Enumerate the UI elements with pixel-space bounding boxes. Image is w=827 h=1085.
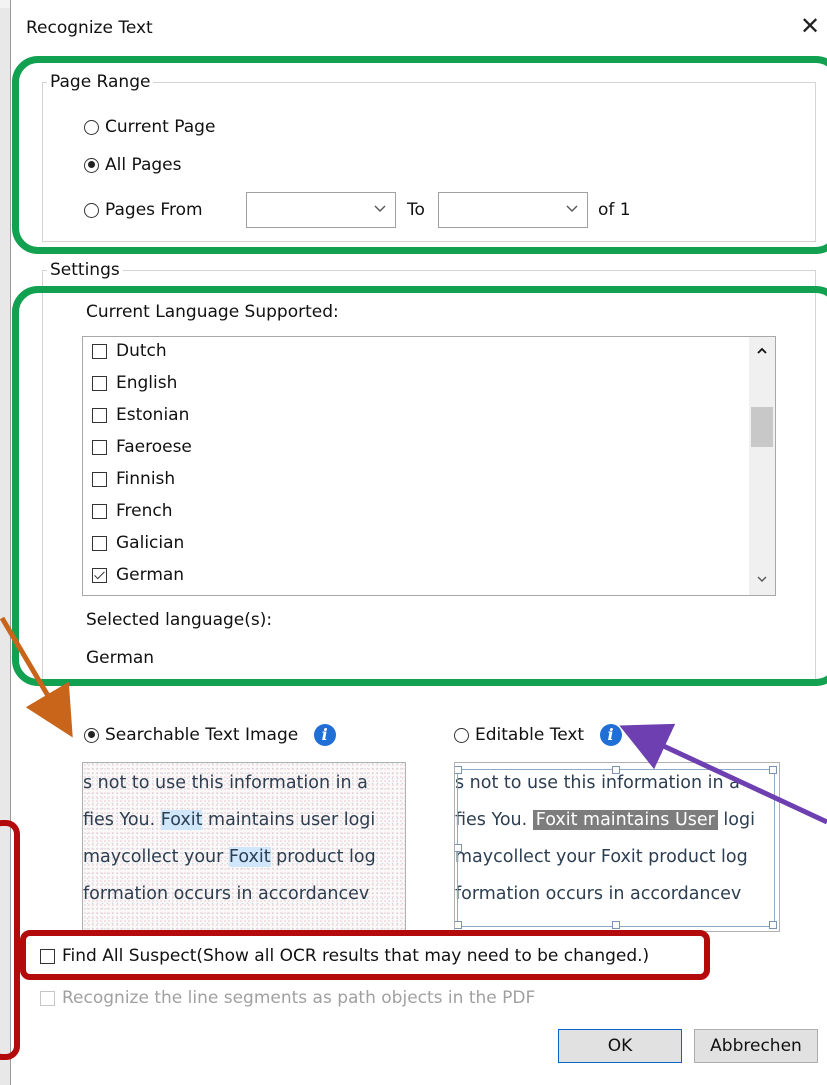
searchable-text-image-radio[interactable] [84,727,99,743]
red-highlight-box [20,930,710,980]
info-icon[interactable]: i [599,724,622,746]
preview-line: fies You. Foxit maintains user logi [83,810,376,830]
resize-handle[interactable] [455,766,462,774]
resize-handle[interactable] [612,766,620,774]
cancel-button[interactable]: Abbrechen [694,1029,818,1063]
settings-legend: Settings [50,260,120,280]
searchable-preview: s not to use this information in a fies … [82,762,406,932]
preview-line: formation occurs in accordancev [83,884,370,904]
editable-text-radio[interactable] [454,727,469,743]
searchable-text-image-option[interactable]: Searchable Text Image i [84,724,336,746]
resize-handle[interactable] [769,921,777,929]
green-highlight-box [12,286,827,686]
resize-handle[interactable] [769,766,777,774]
info-icon[interactable]: i [313,724,336,746]
resize-handle[interactable] [455,844,462,852]
editable-preview: s not to use this information in a fies … [454,762,780,932]
text-block-frame [457,769,775,927]
green-highlight-box [12,56,827,254]
line-segments-label: Recognize the line segments as path obje… [62,988,536,1008]
dialog-title: Recognize Text [26,18,153,38]
preview-line: s not to use this information in a [83,773,368,793]
resize-handle[interactable] [612,921,620,929]
line-segments-option: Recognize the line segments as path obje… [40,988,535,1008]
close-icon[interactable]: ✕ [800,14,820,38]
editable-text-option[interactable]: Editable Text i [454,724,622,746]
resize-handle[interactable] [455,921,462,929]
searchable-text-image-label: Searchable Text Image [105,725,299,745]
preview-line: maycollect your Foxit product log [83,847,376,867]
red-highlight-box [0,820,20,1060]
editable-text-label: Editable Text [475,725,585,745]
line-segments-checkbox [40,990,55,1006]
ok-button[interactable]: OK [558,1029,682,1063]
